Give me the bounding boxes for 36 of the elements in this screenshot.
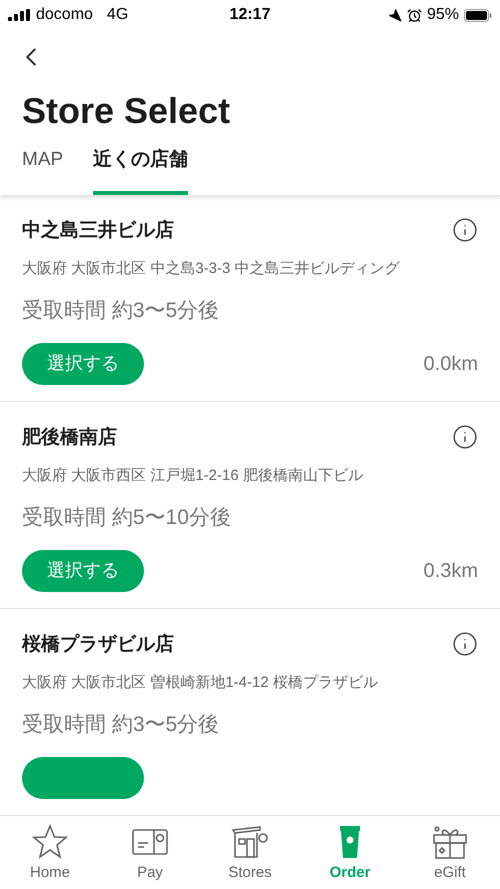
store-name: 肥後橋南店 <box>22 426 117 450</box>
battery-level: 95% <box>426 5 460 25</box>
store-address: 大阪府 大阪市北区 曽根崎新地1-4-12 桜橋プラザビル <box>22 673 379 693</box>
store-address: 大阪府 大阪市西区 江戸堀1-2-16 肥後橋南山下ビル <box>22 466 364 486</box>
page-title: Store Select <box>22 90 232 132</box>
select-button[interactable] <box>22 756 144 798</box>
network-type: 4G <box>106 5 128 25</box>
distance: 0.0km <box>424 352 478 376</box>
store-name: 中之島三井ビル店 <box>22 218 174 242</box>
info-icon[interactable] <box>452 630 478 656</box>
tab[interactable]: MAP <box>22 142 64 194</box>
gift-icon <box>430 824 470 860</box>
nav-tab[interactable]: Home <box>0 816 100 889</box>
battery-icon <box>464 8 492 22</box>
nav-tab[interactable]: Pay <box>100 816 200 889</box>
carrier-name: docomo <box>36 5 93 25</box>
select-button[interactable]: 選択する <box>22 550 144 592</box>
status-time: 12:17 <box>230 5 270 25</box>
alarm-icon <box>406 8 422 22</box>
select-button[interactable]: 選択する <box>22 342 144 384</box>
pickup-time: 受取時間 約3〜5分後 <box>22 712 220 738</box>
star-icon <box>30 824 70 860</box>
pickup-time: 受取時間 約5〜10分後 <box>22 505 232 531</box>
store-address: 大阪府 大阪市北区 中之島3-3-3 中之島三井ビルディング <box>22 259 401 279</box>
info-icon[interactable] <box>452 216 478 242</box>
store-name: 桜橋プラザビル店 <box>22 632 174 656</box>
location-icon <box>388 8 402 22</box>
pickup-time: 受取時間 約3〜5分後 <box>22 298 220 324</box>
nav-tab[interactable]: Order <box>300 816 400 889</box>
nav-tab[interactable]: Stores <box>200 816 300 889</box>
nav-tab[interactable]: eGift <box>400 816 500 889</box>
tab[interactable]: 近くの店舗 <box>93 142 188 194</box>
info-icon[interactable] <box>452 424 478 450</box>
signal-icon <box>8 9 30 21</box>
distance: 0.3km <box>424 558 478 584</box>
store-icon <box>230 824 270 860</box>
